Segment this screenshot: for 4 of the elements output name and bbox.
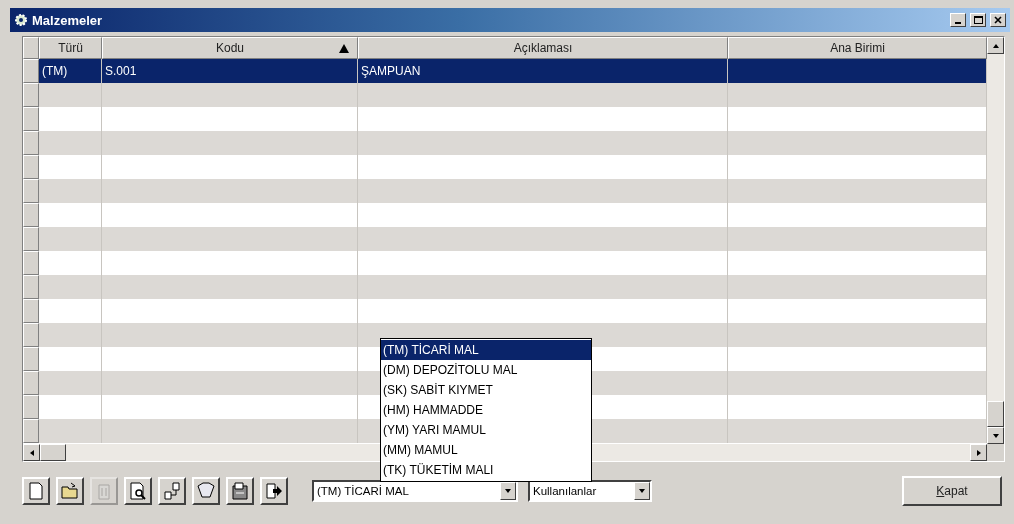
table-cell: (TM) bbox=[42, 64, 68, 78]
table-cell: S.001 bbox=[105, 64, 137, 78]
window-title: Malzemeler bbox=[32, 12, 104, 28]
table-cell: ŞAMPUAN bbox=[361, 64, 421, 78]
